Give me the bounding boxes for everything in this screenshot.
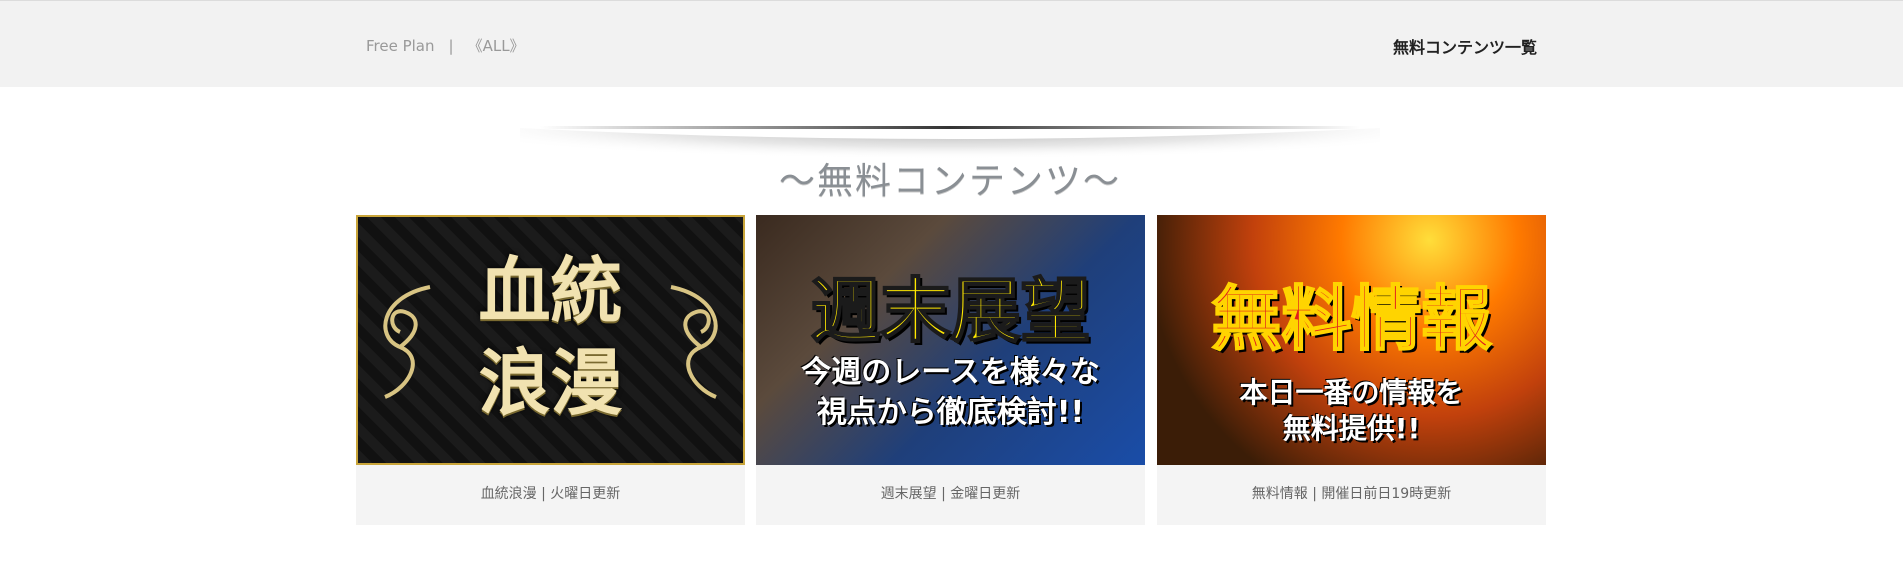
card-image-subtitle: 今週のレースを様々な 視点から徹底検討!!: [756, 353, 1145, 433]
free-content-list-link[interactable]: 無料コンテンツ一覧: [1393, 34, 1537, 58]
section-banner: 〜無料コンテンツ〜: [520, 120, 1380, 202]
card-weekend-outlook[interactable]: 週末展望 今週のレースを様々な 視点から徹底検討!! 週末展望 | 金曜日更新: [756, 215, 1145, 525]
card-image-title-line: 浪漫: [478, 340, 623, 425]
card-caption: 血統浪漫 | 火曜日更新: [480, 486, 621, 502]
card-image-subtitle-line: 視点から徹底検討!!: [816, 395, 1085, 430]
breadcrumb-separator: |: [448, 36, 454, 55]
card-image-subtitle: 本日一番の情報を 無料提供!!: [1157, 375, 1546, 447]
card-image-bloodline[interactable]: 血統 浪漫: [356, 215, 745, 465]
breadcrumb: Free Plan | 《ALL》: [366, 35, 525, 56]
card-image-subtitle-line: 本日一番の情報を: [1239, 376, 1464, 409]
card-image-subtitle-line: 無料提供!!: [1282, 412, 1421, 445]
card-bloodline-romance[interactable]: 血統 浪漫 血統浪漫 | 火曜日更新: [356, 215, 745, 525]
top-header: Free Plan | 《ALL》 無料コンテンツ一覧: [0, 0, 1903, 87]
card-image-title: 週末展望: [810, 269, 1092, 353]
card-image-free-info[interactable]: 無料情報 本日一番の情報を 無料提供!!: [1157, 215, 1546, 465]
card-image-weekend[interactable]: 週末展望 今週のレースを様々な 視点から徹底検討!!: [756, 215, 1145, 465]
card-caption: 無料情報 | 開催日前日19時更新: [1251, 486, 1452, 502]
card-image-title: 無料情報: [1211, 277, 1493, 361]
card-caption: 週末展望 | 金曜日更新: [880, 486, 1021, 502]
card-image-title-line: 血統: [478, 248, 623, 333]
breadcrumb-all[interactable]: 《ALL》: [468, 35, 525, 56]
breadcrumb-free-plan[interactable]: Free Plan: [366, 37, 435, 55]
card-image-subtitle-line: 今週のレースを様々な: [801, 355, 1100, 390]
card-image-title: 血統 浪漫: [358, 245, 743, 429]
content-cards: 血統 浪漫 血統浪漫 | 火曜日更新 週末展望 今週のレースを様々な 視点から徹…: [356, 215, 1547, 525]
card-free-info[interactable]: 無料情報 本日一番の情報を 無料提供!! 無料情報 | 開催日前日19時更新: [1157, 215, 1546, 525]
section-title: 〜無料コンテンツ〜: [778, 161, 1121, 202]
